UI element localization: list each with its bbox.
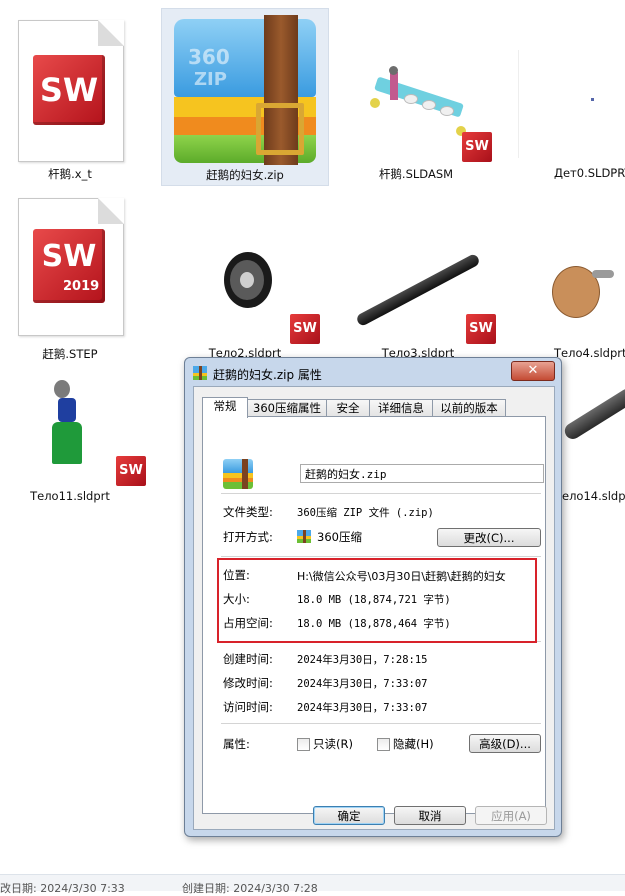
file-item[interactable]: SW Тело2.sldprt: [168, 228, 322, 368]
hidden-label[interactable]: 隐藏(H): [393, 736, 434, 752]
sw-badge: SW: [462, 132, 492, 162]
dialog-titlebar[interactable]: 赶鹅的妇女.zip 属性 ✕: [185, 358, 561, 388]
file-name: Дет0.SLDPRT: [554, 166, 625, 180]
open-with-label: 打开方式:: [223, 530, 273, 544]
file-item[interactable]: Дет0.SLDPRT: [518, 8, 625, 188]
created-date-text: 创建日期: 2024/3/30 7:28: [182, 882, 318, 895]
file-type-label: 文件类型:: [223, 505, 273, 519]
assembly-thumbnail: SW: [344, 50, 492, 162]
ok-button[interactable]: 确定: [313, 806, 385, 825]
cancel-button[interactable]: 取消: [394, 806, 466, 825]
readonly-label[interactable]: 只读(R): [313, 736, 353, 752]
open-with-value: 360压缩: [317, 530, 362, 544]
apply-button[interactable]: 应用(A): [475, 806, 547, 825]
zip-logo-text: ZIP: [194, 69, 227, 90]
file-name: 赶鹅的妇女.zip: [206, 168, 284, 182]
tab-360-properties[interactable]: 360压缩属性: [247, 399, 327, 417]
filename-field[interactable]: 赶鹅的妇女.zip: [300, 464, 544, 483]
file-item[interactable]: Тело4.sldprt: [518, 228, 625, 368]
change-button[interactable]: 更改(C)...: [437, 528, 541, 547]
highlight-box: [217, 558, 537, 643]
file-name: Тело4.sldprt: [554, 346, 625, 360]
360zip-app-icon: [297, 530, 311, 543]
figure-thumbnail: SW: [0, 372, 146, 486]
file-item[interactable]: SW 杆鹅.SLDASM: [342, 8, 502, 188]
modified-label: 修改时间:: [223, 676, 273, 690]
zip-logo-text: 360: [188, 45, 230, 69]
file-item[interactable]: SW 2019 赶鹅.STEP: [8, 192, 148, 367]
tab-security[interactable]: 安全: [326, 399, 370, 417]
close-button[interactable]: ✕: [511, 361, 555, 381]
advanced-button[interactable]: 高级(D)...: [469, 734, 541, 753]
dialog-client: 常规 360压缩属性 安全 详细信息 以前的版本 赶鹅的妇女.zip 文件类型:…: [193, 386, 555, 830]
accessed-value: 2024年3月30日，7:33:07: [297, 702, 428, 714]
hidden-checkbox[interactable]: [377, 738, 390, 751]
details-bar: 改日期: 2024/3/30 7:33 创建日期: 2024/3/30 7:28: [0, 874, 625, 895]
file-name: 赶鹅.STEP: [42, 347, 98, 361]
tab-previous-versions[interactable]: 以前的版本: [432, 399, 506, 417]
sw-badge: SW: [466, 314, 496, 344]
divider: [221, 723, 541, 724]
file-item-selected[interactable]: 360 ZIP 赶鹅的妇女.zip: [161, 8, 329, 186]
attributes-label: 属性:: [223, 737, 250, 751]
tab-details[interactable]: 详细信息: [369, 399, 433, 417]
readonly-checkbox[interactable]: [297, 738, 310, 751]
created-value: 2024年3月30日，7:28:15: [297, 654, 428, 666]
solidworks-2019-doc-icon: SW 2019: [18, 198, 124, 336]
zip-archive-icon: [223, 459, 253, 489]
wheel-thumbnail: SW: [170, 230, 320, 344]
general-panel: 赶鹅的妇女.zip 文件类型: 360压缩 ZIP 文件 (.zip) 打开方式…: [202, 416, 546, 814]
zip-archive-icon: [193, 366, 207, 380]
tab-general[interactable]: 常规: [202, 397, 248, 418]
rod-thumbnail: [556, 372, 625, 480]
file-item[interactable]: SW 杆鹅.x_t: [8, 8, 148, 188]
divider: [221, 556, 541, 557]
file-name: ело14.sldpr: [562, 489, 625, 503]
sw-logo-text: SW: [41, 239, 97, 274]
zip-archive-icon: 360 ZIP: [174, 15, 316, 165]
rod-thumbnail: SW: [344, 230, 496, 344]
file-item[interactable]: SW Тело11.sldprt: [0, 372, 150, 512]
divider: [221, 493, 541, 494]
created-label: 创建时间:: [223, 652, 273, 666]
sw-badge: SW: [290, 314, 320, 344]
file-name: Тело11.sldprt: [30, 489, 110, 503]
sw-year-text: 2019: [63, 279, 100, 294]
dialog-title: 赶鹅的妇女.zip 属性: [213, 368, 322, 382]
disc-thumbnail: [518, 230, 625, 338]
file-name: 杆鹅.x_t: [48, 167, 92, 181]
properties-dialog: 赶鹅的妇女.zip 属性 ✕ 常规 360压缩属性 安全 详细信息 以前的版本 …: [184, 357, 562, 837]
modified-date-text: 改日期: 2024/3/30 7:33: [0, 882, 125, 895]
file-item[interactable]: SW Тело3.sldprt: [342, 228, 502, 368]
sw-badge: SW: [116, 456, 146, 486]
file-item[interactable]: ело14.sldpr: [556, 372, 625, 512]
solidworks-doc-icon: SW: [18, 20, 124, 162]
file-type-value: 360压缩 ZIP 文件 (.zip): [297, 507, 434, 519]
modified-value: 2024年3月30日，7:33:07: [297, 678, 428, 690]
blank-part-thumbnail: [518, 50, 625, 158]
file-name: 杆鹅.SLDASM: [378, 167, 454, 181]
accessed-label: 访问时间:: [223, 700, 273, 714]
